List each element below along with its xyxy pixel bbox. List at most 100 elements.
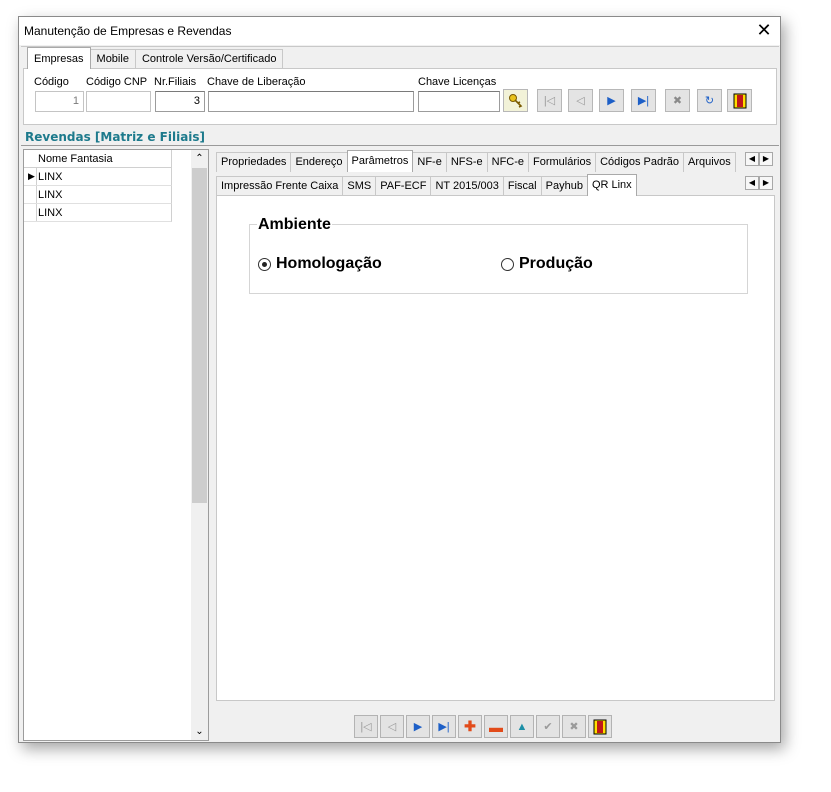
record-navigator: |◁ ◁ ▶ ▶| ✚ ▬ ▲ ✔ ✖ [213,705,778,741]
revendas-grid[interactable]: Nome Fantasia ▶ LINX LINX LINX ⌃ ⌄ [23,149,209,741]
tab-paf-ecf[interactable]: PAF-ECF [375,176,432,196]
close-icon[interactable]: ✕ [754,20,774,41]
next-record-button[interactable]: ▶ [599,89,624,112]
tab-impressao-frente-caixa[interactable]: Impressão Frente Caixa [216,176,344,196]
company-tab-body: Código Código CNP Nr.Filiais Chave de Li… [23,68,777,125]
last-record-button[interactable]: ▶| [432,715,456,738]
scroll-up-icon[interactable]: ⌃ [191,150,208,167]
last-icon: ▶| [637,95,650,107]
tab-mobile[interactable]: Mobile [89,49,136,69]
radio-selected-icon [258,257,271,271]
nr-filiais-label: Nr.Filiais [154,76,197,88]
chave-licencas-label: Chave Licenças [418,76,497,88]
scroll-thumb[interactable] [192,168,207,503]
divider [21,145,779,146]
row-label: LINX [38,171,63,183]
tab-payhub[interactable]: Payhub [540,176,588,196]
x-icon: ✖ [569,721,579,733]
grid-header-label: Nome Fantasia [38,153,113,165]
prior-icon: ◁ [387,721,397,733]
cancel-button[interactable]: ✖ [665,89,690,112]
prior-record-button[interactable]: ◁ [568,89,593,112]
edit-record-button[interactable]: ▲ [510,715,534,738]
scroll-left-icon[interactable]: ◀ [745,176,759,190]
homologacao-radio[interactable]: Homologação [258,255,382,273]
company-tabs: Empresas Mobile Controle Versão/Certific… [27,47,284,69]
ambiente-group: Ambiente Homologação Produção [249,216,748,294]
key-button[interactable] [503,89,528,112]
producao-label: Produção [519,255,593,272]
tab-formularios[interactable]: Formulários [528,152,597,172]
details-area: Propriedades Endereço Parâmetros NF-e NF… [213,149,778,741]
next-icon: ▶ [607,95,616,107]
first-record-button[interactable]: |◁ [354,715,378,738]
current-row-icon: ▶ [28,171,35,181]
tab-fiscal[interactable]: Fiscal [502,176,542,196]
homologacao-label: Homologação [276,255,382,272]
tab-nfce[interactable]: NFC-e [486,152,530,172]
tab-arquivos[interactable]: Arquivos [682,152,736,172]
table-row[interactable]: ▶ LINX [24,168,172,186]
tab-empresas[interactable]: Empresas [27,47,91,69]
last-record-button[interactable]: ▶| [631,89,656,112]
tab-parametros[interactable]: Parâmetros [346,150,414,172]
chave-liberacao-label: Chave de Liberação [207,76,306,88]
up-triangle-icon: ▲ [516,720,528,733]
chave-liberacao-field[interactable] [208,91,414,112]
company-panel: Empresas Mobile Controle Versão/Certific… [21,46,779,127]
tab-endereco[interactable]: Endereço [290,152,348,172]
refresh-icon: ↻ [704,95,715,107]
first-icon: |◁ [543,95,556,107]
table-row[interactable]: LINX [24,204,172,222]
exit-door-icon [593,719,607,734]
tab-nfse[interactable]: NFS-e [445,152,488,172]
exit-button[interactable] [727,89,752,112]
add-record-button[interactable]: ✚ [458,715,482,738]
row-label: LINX [38,207,63,219]
x-icon: ✖ [672,95,683,107]
scroll-right-icon[interactable]: ▶ [759,152,773,166]
scroll-down-icon[interactable]: ⌄ [191,723,208,740]
title-bar: Manutenção de Empresas e Revendas ✕ [19,17,780,45]
check-icon: ✔ [543,721,553,733]
nr-filiais-field[interactable]: 3 [155,91,205,112]
producao-radio[interactable]: Produção [501,255,593,273]
row-indicator-cell [24,186,37,203]
post-record-button[interactable]: ✔ [536,715,560,738]
main-window: Manutenção de Empresas e Revendas ✕ Empr… [18,16,781,743]
first-icon: |◁ [360,721,372,733]
delete-record-button[interactable]: ▬ [484,715,508,738]
ambiente-legend: Ambiente [257,216,332,234]
tabs-row2-scroller: ◀ ▶ [745,176,773,190]
codigo-field[interactable]: 1 [35,91,84,112]
scroll-left-icon[interactable]: ◀ [745,152,759,166]
codigo-label: Código [34,76,69,88]
chave-licencas-field[interactable] [418,91,500,112]
cancel-record-button[interactable]: ✖ [562,715,586,738]
key-icon [508,93,522,108]
prior-record-button[interactable]: ◁ [380,715,404,738]
first-record-button[interactable]: |◁ [537,89,562,112]
grid-header[interactable]: Nome Fantasia [24,150,172,168]
tab-nt-2015[interactable]: NT 2015/003 [430,176,504,196]
next-record-button[interactable]: ▶ [406,715,430,738]
plus-icon: ✚ [464,718,476,734]
prior-icon: ◁ [576,95,585,107]
tabs-row1-scroller: ◀ ▶ [745,152,773,166]
tab-propriedades[interactable]: Propriedades [216,152,292,172]
table-row[interactable]: LINX [24,186,172,204]
grid-scrollbar[interactable]: ⌃ ⌄ [191,150,208,740]
tab-sms[interactable]: SMS [342,176,377,196]
tab-nfe[interactable]: NF-e [412,152,447,172]
minus-icon: ▬ [489,718,503,735]
tab-controle-versao[interactable]: Controle Versão/Certificado [134,49,284,69]
tab-qr-linx[interactable]: QR Linx [586,174,637,196]
exit-door-icon [733,93,746,108]
window-title: Manutenção de Empresas e Revendas [24,24,232,38]
scroll-right-icon[interactable]: ▶ [759,176,773,190]
details-tabs-row1: Propriedades Endereço Parâmetros NF-e NF… [216,150,736,172]
tab-codigos-padrao[interactable]: Códigos Padrão [595,152,684,172]
exit-button[interactable] [588,715,612,738]
codigo-cnp-field[interactable] [86,91,151,112]
refresh-button[interactable]: ↻ [697,89,722,112]
